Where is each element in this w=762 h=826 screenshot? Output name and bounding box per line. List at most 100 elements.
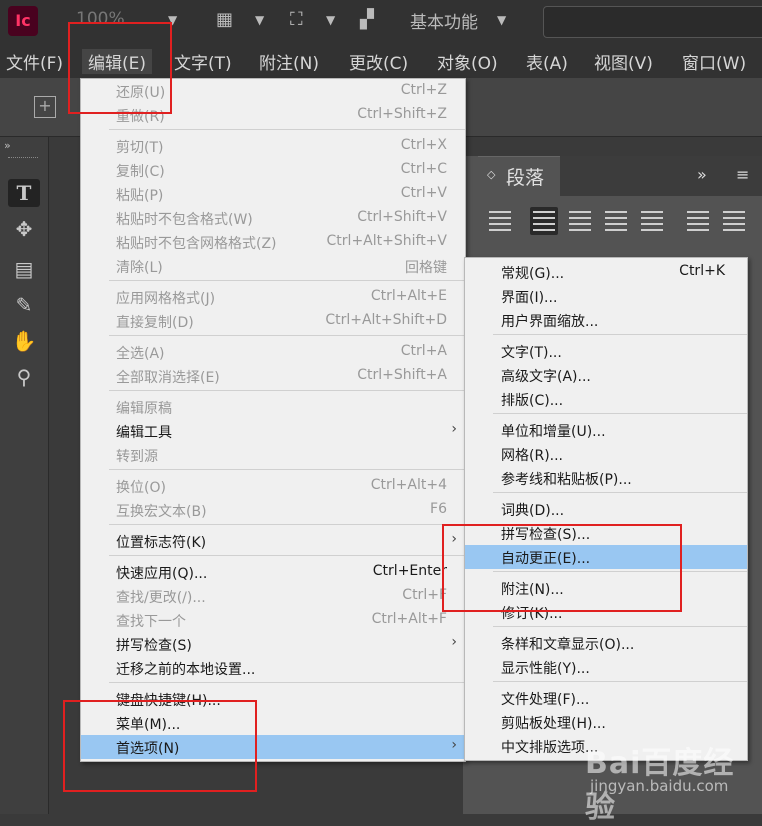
edit-menu-item[interactable]: 查找下一个 Ctrl+Alt+F bbox=[81, 608, 465, 632]
menu-item-label: 互换宏文本(B) bbox=[116, 504, 207, 520]
menu-item-shortcut: Ctrl+A bbox=[400, 343, 447, 359]
menu-item-label: 直接复制(D) bbox=[116, 315, 194, 331]
align-right-justify-icon[interactable] bbox=[602, 207, 630, 235]
preferences-menu-item[interactable]: 高级文字(A)... bbox=[465, 363, 747, 387]
menu-changes[interactable]: 更改(C) bbox=[349, 49, 408, 74]
menu-item-shortcut: Ctrl+Alt+Shift+V bbox=[326, 233, 447, 249]
add-icon[interactable]: + bbox=[34, 96, 56, 118]
hand-tool-icon[interactable]: ✋ bbox=[8, 327, 40, 355]
preferences-menu-item[interactable]: 用户界面缩放... bbox=[465, 308, 747, 332]
edit-menu-item[interactable]: 换位(O) Ctrl+Alt+4 bbox=[81, 474, 465, 498]
app-logo: Ic bbox=[8, 6, 38, 36]
screen-mode-icon[interactable]: ⛶ bbox=[290, 9, 303, 30]
eyedropper-tool-icon[interactable]: ✎ bbox=[8, 291, 40, 319]
menu-item-label: 粘贴(P) bbox=[116, 188, 164, 204]
panel-title: 段落 bbox=[506, 167, 545, 189]
chevron-down-icon[interactable]: ▼ bbox=[326, 13, 335, 27]
align-away-spine-icon[interactable] bbox=[720, 207, 748, 235]
menu-item-shortcut: Ctrl+Alt+Shift+D bbox=[325, 312, 447, 328]
annotation-box bbox=[63, 700, 257, 792]
menu-item-label: 粘贴时不包含网格格式(Z) bbox=[116, 236, 277, 252]
preferences-menu-item[interactable]: 条样和文章显示(O)... bbox=[465, 631, 747, 655]
edit-menu-item[interactable]: 复制(C) Ctrl+C bbox=[81, 158, 465, 182]
preferences-menu-item[interactable]: 排版(C)... bbox=[465, 387, 747, 411]
preferences-menu-item[interactable]: 文件处理(F)... bbox=[465, 686, 747, 710]
menu-item-label: 应用网格格式(J) bbox=[116, 291, 216, 307]
menu-item-label: 复制(C) bbox=[116, 164, 165, 180]
edit-menu-item[interactable]: 位置标志符(K) › bbox=[81, 529, 465, 553]
align-center-justify-icon[interactable] bbox=[566, 207, 594, 235]
edit-menu-item[interactable]: 快速应用(Q)... Ctrl+Enter bbox=[81, 560, 465, 584]
edit-menu-item[interactable]: 全部取消选择(E) Ctrl+Shift+A bbox=[81, 364, 465, 388]
menu-item-shortcut: Ctrl+C bbox=[400, 161, 447, 177]
panel-grip[interactable] bbox=[8, 157, 38, 160]
tools-panel: » T ✥ ▤ ✎ ✋ ⚲ bbox=[0, 137, 49, 814]
preferences-menu-item[interactable]: 单位和增量(U)... bbox=[465, 418, 747, 442]
preferences-menu-item[interactable]: 界面(I)... bbox=[465, 284, 747, 308]
menu-item-shortcut: F6 bbox=[430, 501, 447, 517]
edit-menu-item[interactable]: 粘贴(P) Ctrl+V bbox=[81, 182, 465, 206]
panel-more-icon[interactable]: » bbox=[697, 165, 707, 184]
edit-menu-item[interactable]: 粘贴时不包含格式(W) Ctrl+Shift+V bbox=[81, 206, 465, 230]
preferences-menu-item[interactable]: 剪贴板处理(H)... bbox=[465, 710, 747, 734]
edit-menu-item[interactable]: 互换宏文本(B) F6 bbox=[81, 498, 465, 522]
align-toward-spine-icon[interactable] bbox=[684, 207, 712, 235]
menu-item-label: 拼写检查(S) bbox=[116, 638, 192, 654]
menu-separator bbox=[109, 524, 465, 525]
menu-item-label: 编辑原稿 bbox=[116, 401, 172, 417]
edit-menu-item[interactable]: 拼写检查(S) › bbox=[81, 632, 465, 656]
menu-item-label: 剪切(T) bbox=[116, 140, 164, 156]
menu-object[interactable]: 对象(O) bbox=[437, 49, 498, 74]
search-input[interactable] bbox=[543, 6, 762, 38]
chevron-right-icon: › bbox=[451, 737, 457, 753]
menu-item-label: 查找下一个 bbox=[116, 614, 186, 630]
edit-menu-item[interactable]: 编辑原稿 bbox=[81, 395, 465, 419]
menu-window[interactable]: 窗口(W) bbox=[682, 49, 746, 74]
menu-view[interactable]: 视图(V) bbox=[594, 49, 653, 74]
menu-type[interactable]: 文字(T) bbox=[174, 49, 232, 74]
edit-menu-item[interactable]: 清除(L) 回格键 bbox=[81, 254, 465, 278]
menu-notes[interactable]: 附注(N) bbox=[259, 49, 319, 74]
edit-menu-item[interactable]: 编辑工具 › bbox=[81, 419, 465, 443]
align-full-justify-icon[interactable] bbox=[530, 207, 558, 235]
chevron-down-icon[interactable]: ▼ bbox=[255, 13, 264, 27]
menu-table[interactable]: 表(A) bbox=[526, 49, 568, 74]
preferences-menu-item[interactable]: 参考线和粘贴板(P)... bbox=[465, 466, 747, 490]
align-all-icon[interactable] bbox=[638, 207, 666, 235]
edit-menu-item[interactable]: 粘贴时不包含网格格式(Z) Ctrl+Alt+Shift+V bbox=[81, 230, 465, 254]
menu-item-label: 全选(A) bbox=[116, 346, 165, 362]
edit-menu-item[interactable]: 全选(A) Ctrl+A bbox=[81, 340, 465, 364]
edit-menu-item[interactable]: 迁移之前的本地设置... bbox=[81, 656, 465, 680]
preferences-menu-item[interactable]: 文字(T)... bbox=[465, 339, 747, 363]
edit-menu-item[interactable]: 转到源 bbox=[81, 443, 465, 467]
menu-item-label: 显示性能(Y)... bbox=[501, 661, 590, 677]
chevron-down-icon[interactable]: ▼ bbox=[497, 13, 506, 27]
preferences-menu-item[interactable]: 显示性能(Y)... bbox=[465, 655, 747, 679]
menu-item-label: 界面(I)... bbox=[501, 290, 558, 306]
tab-collapse-icon[interactable]: ◇ bbox=[487, 168, 495, 181]
edit-menu-item[interactable]: 直接复制(D) Ctrl+Alt+Shift+D bbox=[81, 309, 465, 333]
edit-menu-item[interactable]: 查找/更改(/)... Ctrl+F bbox=[81, 584, 465, 608]
arrange-documents-icon[interactable]: ▞ bbox=[360, 9, 374, 30]
panel-menu-icon[interactable]: ≡ bbox=[736, 165, 749, 184]
note-tool-icon[interactable]: ▤ bbox=[8, 255, 40, 283]
chevron-right-icon: › bbox=[451, 634, 457, 650]
edit-menu-item[interactable]: 应用网格格式(J) Ctrl+Alt+E bbox=[81, 285, 465, 309]
frame-view-icon[interactable]: ▦ bbox=[216, 9, 233, 30]
menu-separator bbox=[109, 129, 465, 130]
frame-grid-tool-icon[interactable]: ✥ bbox=[8, 215, 40, 243]
panel-expand-icon[interactable]: » bbox=[4, 139, 11, 152]
menu-item-label: 快速应用(Q)... bbox=[116, 566, 208, 582]
preferences-menu-item[interactable]: 网格(R)... bbox=[465, 442, 747, 466]
type-tool-icon[interactable]: T bbox=[8, 179, 40, 207]
align-justify-icon[interactable] bbox=[486, 207, 514, 235]
menu-file[interactable]: 文件(F) bbox=[6, 49, 63, 74]
workspace-switcher[interactable]: 基本功能 bbox=[410, 8, 478, 33]
preferences-menu-item[interactable]: 词典(D)... bbox=[465, 497, 747, 521]
menu-separator bbox=[493, 681, 747, 682]
zoom-tool-icon[interactable]: ⚲ bbox=[8, 363, 40, 391]
edit-menu-item[interactable]: 剪切(T) Ctrl+X bbox=[81, 134, 465, 158]
preferences-menu-item[interactable]: 常规(G)... Ctrl+K bbox=[465, 260, 747, 284]
chevron-right-icon: › bbox=[451, 421, 457, 437]
menu-item-label: 常规(G)... bbox=[501, 266, 565, 282]
